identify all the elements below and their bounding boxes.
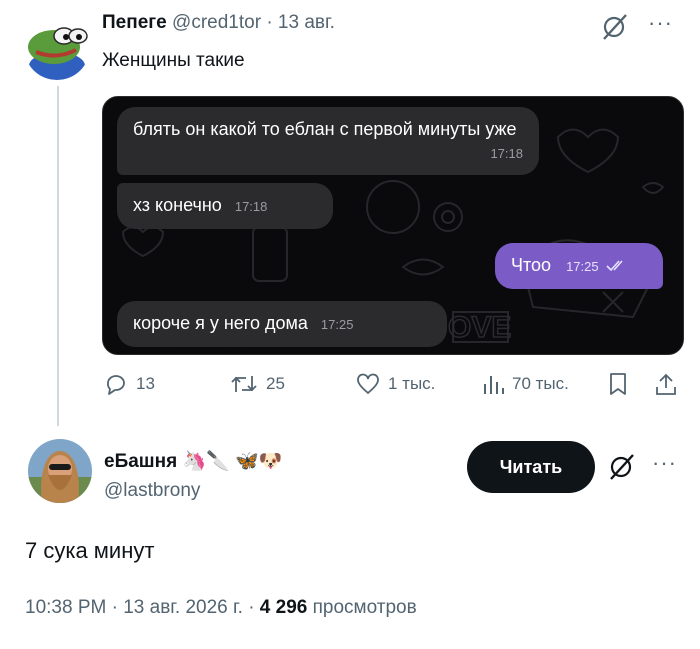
- tweet2-separator-2: ·: [248, 597, 255, 618]
- user-avatar[interactable]: [28, 439, 92, 503]
- tweet2-separator-1: ·: [111, 597, 118, 618]
- follow-button[interactable]: Читать: [467, 441, 595, 493]
- tweet2-views-label: просмотров: [312, 597, 417, 618]
- bookmark-button[interactable]: [607, 372, 629, 396]
- chat-message-3: Чтоо 17:25: [495, 243, 663, 289]
- tweet2-name-emojis: 🦄🔪 🦋🐶: [182, 451, 283, 472]
- tweet2-views-count[interactable]: 4 296: [260, 597, 308, 618]
- chat-message-3-text: Чтоо: [511, 255, 552, 275]
- pepe-avatar[interactable]: [24, 14, 90, 80]
- grok-icon[interactable]: [600, 12, 630, 42]
- more-icon[interactable]: ···: [648, 10, 673, 36]
- chat-message-2-text: хз конечно: [133, 195, 222, 215]
- tweet2-date[interactable]: 13 авг. 2026 г.: [123, 597, 243, 618]
- chat-message-2-time: 17:18: [234, 199, 268, 214]
- chat-message-1: блять он какой то еблан с первой минуты …: [117, 107, 539, 175]
- reply-icon: [107, 375, 125, 395]
- tweet1-date[interactable]: 13 авг.: [278, 12, 335, 33]
- thread-line: [57, 86, 59, 426]
- chat-message-4: короче я у него дома 17:25: [117, 301, 447, 347]
- share-button[interactable]: [654, 372, 678, 396]
- tweet2-display-name[interactable]: еБашня: [104, 451, 177, 472]
- chat-message-4-time: 17:25: [320, 317, 354, 332]
- reply-count: 13: [136, 374, 155, 393]
- share-icon: [656, 373, 676, 395]
- retweet-icon: [231, 376, 257, 392]
- views-button[interactable]: 70 тыс.: [482, 372, 569, 396]
- tweet1-separator: ·: [266, 12, 273, 33]
- svg-text:OVE: OVE: [448, 311, 511, 344]
- like-button[interactable]: 1 тыс.: [356, 372, 435, 396]
- chat-screenshot[interactable]: OVE блять он какой то еблан с первой мин…: [102, 96, 684, 355]
- retweet-button[interactable]: 25: [230, 372, 285, 396]
- more-icon[interactable]: ···: [652, 450, 677, 476]
- bookmark-icon: [610, 373, 626, 395]
- retweet-count: 25: [266, 374, 285, 393]
- tweet1-handle[interactable]: @cred1tor: [172, 12, 261, 33]
- chat-message-2: хз конечно 17:18: [117, 183, 333, 229]
- tweet1-text: Женщины такие: [102, 50, 245, 71]
- views-count: 70 тыс.: [512, 374, 569, 393]
- tweet2-name-line: еБашня 🦄🔪 🦋🐶: [104, 449, 282, 473]
- chat-message-1-time: 17:18: [490, 146, 523, 161]
- reply-button[interactable]: 13: [104, 372, 155, 396]
- tweet1-display-name[interactable]: Пепеге: [102, 12, 167, 33]
- like-icon: [357, 373, 379, 395]
- chat-message-3-time: 17:25: [566, 259, 599, 274]
- like-count: 1 тыс.: [388, 374, 436, 393]
- views-icon: [484, 376, 504, 394]
- tweet2-time[interactable]: 10:38 PM: [25, 597, 106, 618]
- tweet2-meta: 10:38 PM · 13 авг. 2026 г. · 4 296 просм…: [25, 597, 417, 619]
- chat-message-4-text: короче я у него дома: [133, 313, 308, 333]
- tweet1-header: Пепеге @cred1tor · 13 авг.: [102, 12, 335, 34]
- chat-message-1-text: блять он какой то еблан с первой минуты …: [133, 119, 517, 139]
- tweet2-handle[interactable]: @lastbrony: [104, 480, 200, 502]
- tweet2-text: 7 сука минут: [25, 538, 155, 563]
- read-check-icon: [606, 260, 623, 272]
- grok-icon[interactable]: [607, 452, 637, 482]
